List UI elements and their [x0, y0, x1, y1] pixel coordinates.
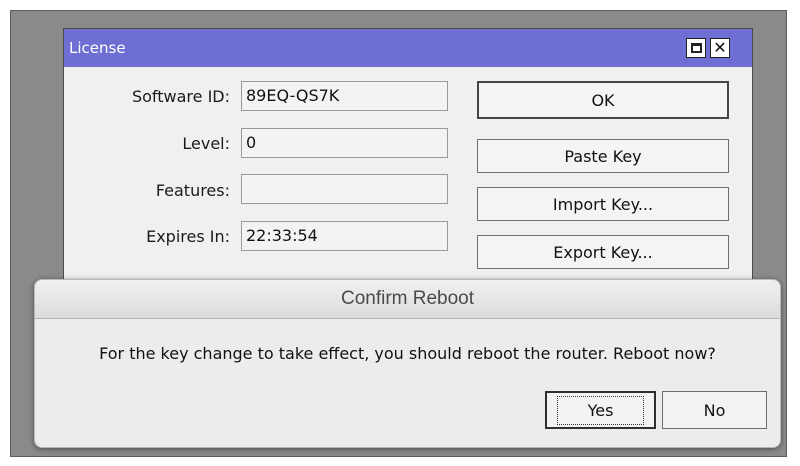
software-id-field[interactable]: 89EQ-QS7K	[241, 81, 448, 111]
license-titlebar[interactable]: License ✕	[64, 29, 752, 67]
maximize-button[interactable]	[686, 38, 706, 58]
features-label: Features:	[155, 181, 230, 200]
export-key-button[interactable]: Export Key...	[477, 235, 729, 269]
level-label: Level:	[182, 134, 230, 153]
dialog-title: Confirm Reboot	[340, 288, 475, 309]
level-field[interactable]: 0	[241, 128, 448, 158]
software-id-label: Software ID:	[131, 87, 230, 106]
yes-button-label: Yes	[556, 395, 645, 425]
yes-button[interactable]: Yes	[545, 391, 656, 429]
license-window: License ✕ Software ID: 89EQ-QS7K Level: …	[63, 28, 753, 290]
dialog-titlebar[interactable]: Confirm Reboot	[35, 280, 780, 319]
no-button[interactable]: No	[662, 391, 767, 429]
ok-button[interactable]: OK	[477, 81, 729, 119]
close-button[interactable]: ✕	[710, 38, 730, 58]
dialog-message: For the key change to take effect, you s…	[99, 344, 716, 363]
expires-in-field[interactable]: 22:33:54	[241, 221, 448, 251]
features-field[interactable]	[241, 174, 448, 204]
paste-key-button[interactable]: Paste Key	[477, 139, 729, 173]
expires-in-label: Expires In:	[146, 227, 230, 246]
confirm-reboot-dialog: Confirm Reboot For the key change to tak…	[34, 279, 781, 448]
close-icon: ✕	[713, 37, 727, 57]
maximize-icon	[690, 43, 702, 53]
import-key-button[interactable]: Import Key...	[477, 187, 729, 221]
license-title: License	[69, 39, 126, 57]
